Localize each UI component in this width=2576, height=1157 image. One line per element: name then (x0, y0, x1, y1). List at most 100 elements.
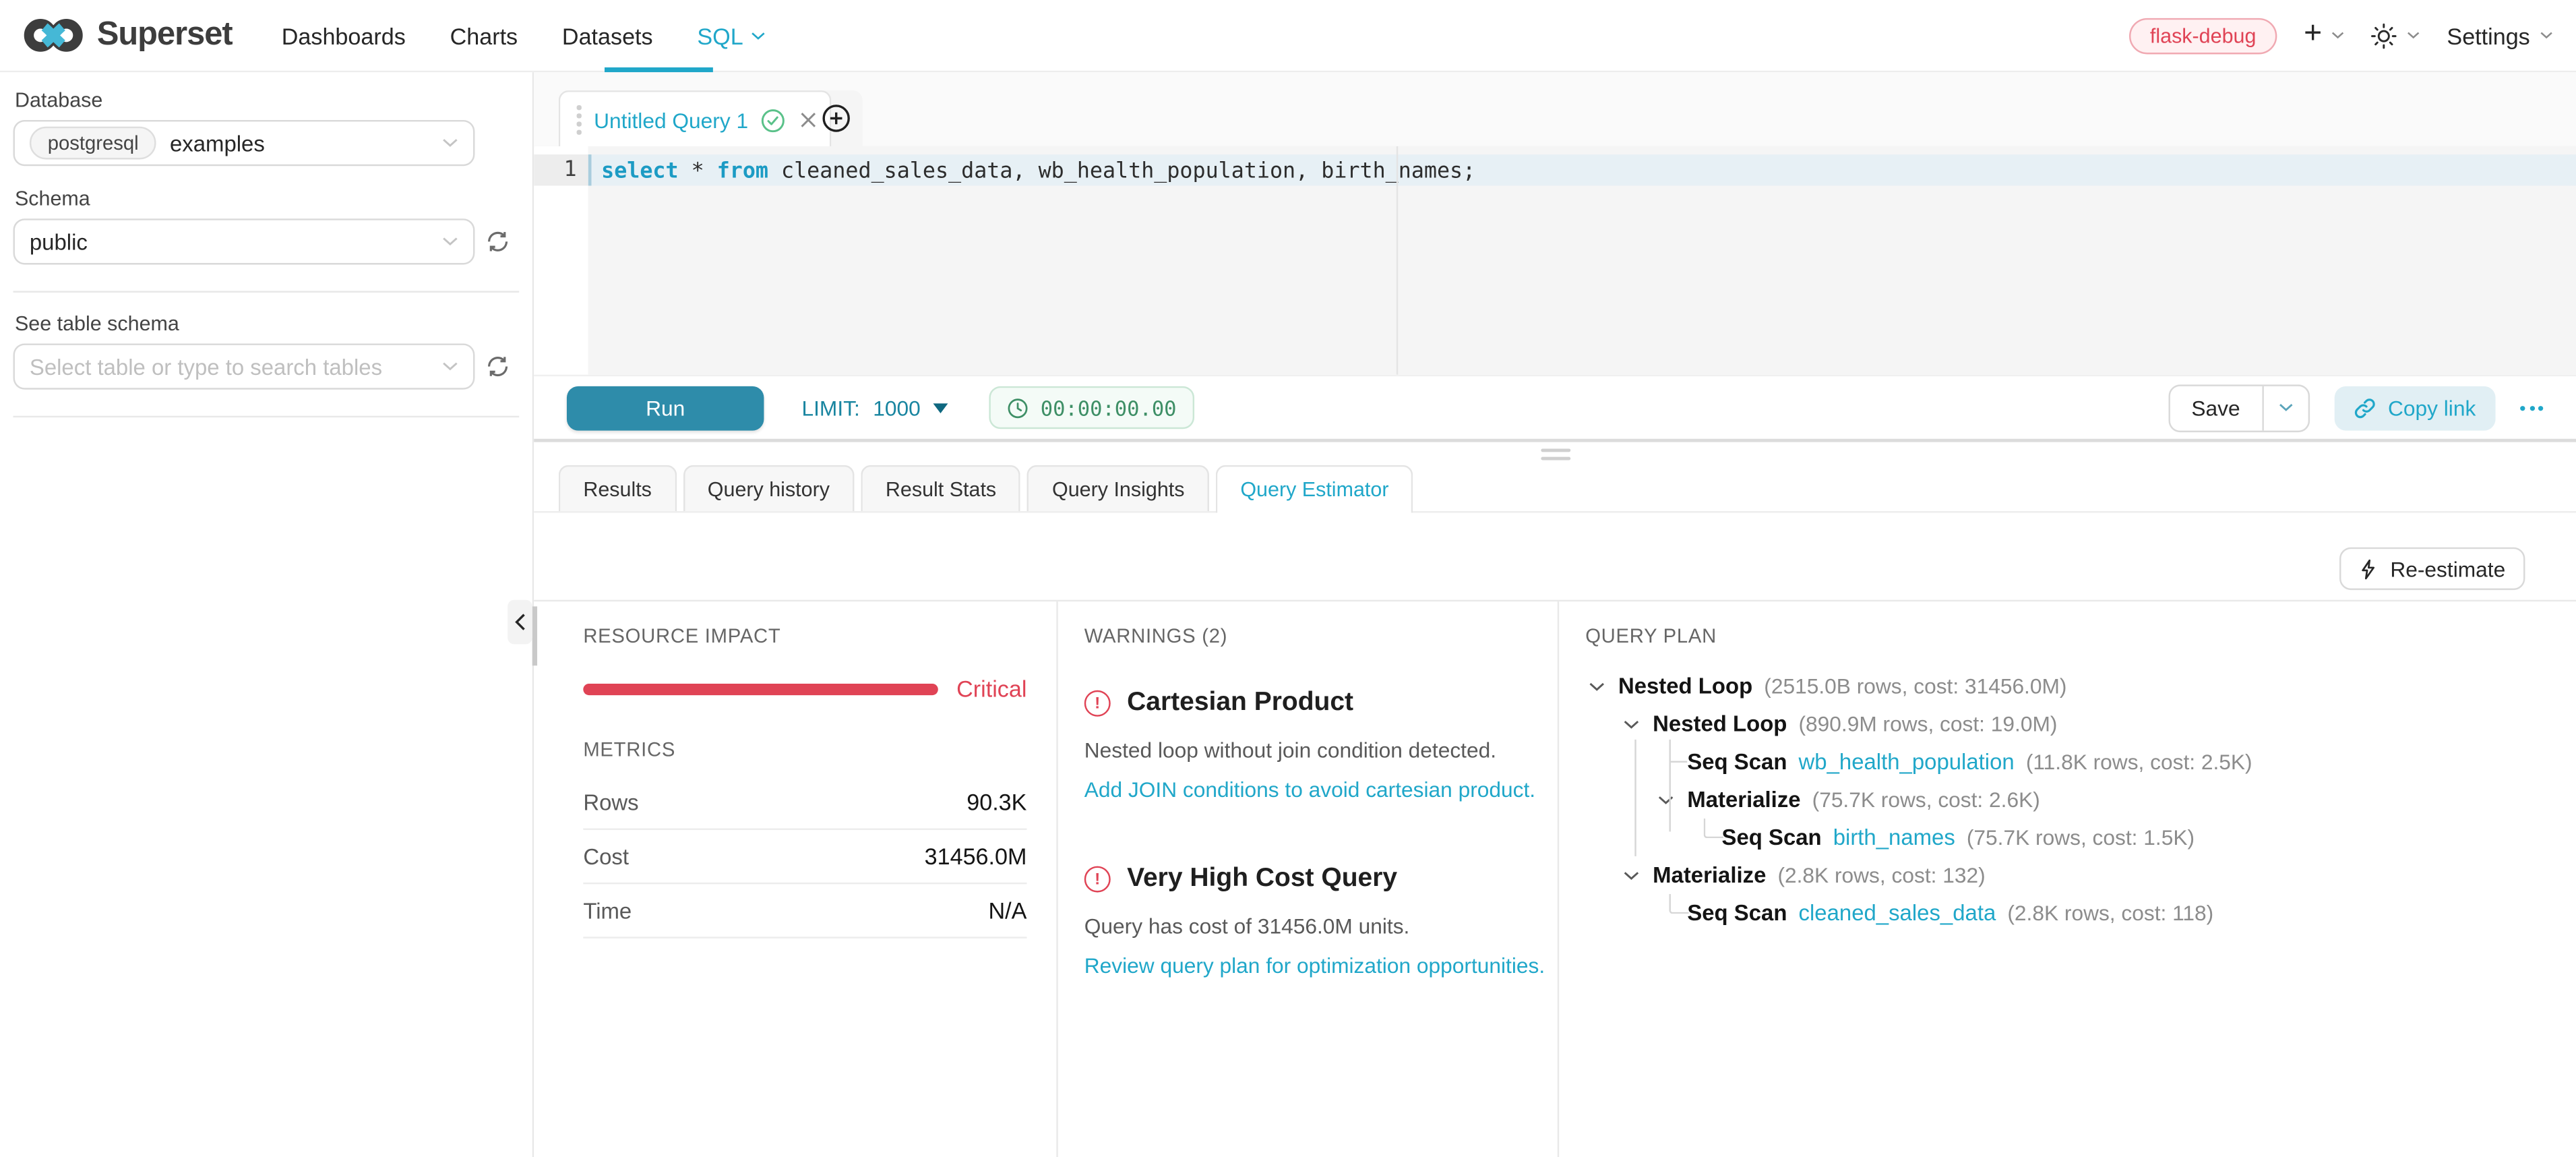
plus-icon: + (2304, 18, 2322, 49)
nav-item-charts[interactable]: Charts (450, 22, 518, 49)
plan-table-link[interactable]: wb_health_population (1799, 750, 2015, 775)
drag-grip-icon[interactable] (577, 106, 581, 135)
metric-row: Cost 31456.0M (583, 830, 1026, 884)
tab-results[interactable]: Results (559, 465, 677, 511)
plan-node-detail: (11.8K rows, cost: 2.5K) (2026, 750, 2252, 775)
sql-keyword: select (601, 158, 678, 183)
database-select[interactable]: postgresql examples (13, 120, 475, 166)
copy-link-button[interactable]: Copy link (2334, 386, 2496, 430)
warning-body: Query has cost of 31456.0M units. (1084, 914, 1553, 939)
collapse-sidebar-button[interactable] (508, 600, 532, 645)
warning-title: Cartesian Product (1127, 688, 1353, 718)
save-button[interactable]: Save (2170, 386, 2262, 430)
nav-item-dashboards[interactable]: Dashboards (282, 22, 406, 49)
refresh-schemas-icon[interactable] (487, 230, 510, 253)
sql-statement: select * from cleaned_sales_data, wb_health… (601, 158, 1475, 183)
tree-elbow (1668, 894, 1688, 914)
warnings-title: WARNINGS (2) (1084, 624, 1553, 647)
sidebar-resize-handle[interactable] (532, 606, 536, 665)
limit-dropdown[interactable]: LIMIT: 1000 (802, 395, 949, 420)
impact-progress-bar (583, 683, 938, 694)
settings-menu[interactable]: Settings (2447, 22, 2552, 49)
superset-sql-lab: Superset Dashboards Charts Datasets SQL … (0, 0, 2576, 1157)
metric-label: Rows (583, 790, 638, 814)
print-margin-line (1397, 146, 1398, 375)
query-tab[interactable]: Untitled Query 1 (559, 90, 832, 148)
plan-node-detail: (75.7K rows, cost: 1.5K) (1967, 825, 2195, 850)
add-query-tab-button[interactable] (822, 104, 851, 134)
superset-logo[interactable]: Superset (23, 16, 233, 54)
sql-code-editor[interactable]: 1 select * from cleaned_sales_data, wb_heal… (534, 146, 2576, 375)
editor-gutter: 1 (534, 146, 588, 375)
run-button[interactable]: Run (567, 386, 764, 430)
limit-label: LIMIT: (802, 395, 860, 420)
chevron-down-icon (2408, 31, 2421, 39)
query-tab-title: Untitled Query 1 (594, 108, 748, 133)
schema-select-value: public (30, 229, 88, 254)
metric-value: N/A (989, 897, 1027, 924)
metric-label: Time (583, 898, 632, 923)
save-dropdown-button[interactable] (2261, 386, 2307, 430)
lightning-bolt-icon (2359, 558, 2377, 580)
tab-query-insights[interactable]: Query Insights (1027, 465, 1209, 511)
warnings-column: WARNINGS (2) ! Cartesian Product Nested … (1084, 601, 1553, 978)
warning-card: ! Very High Cost Query Query has cost of… (1084, 864, 1553, 978)
close-tab-icon[interactable] (801, 112, 817, 128)
sql-star: * (692, 158, 704, 183)
environment-badge: flask-debug (2128, 18, 2277, 54)
tab-query-estimator[interactable]: Query Estimator (1216, 465, 1413, 513)
warning-link[interactable]: Review query plan for optimization oppor… (1084, 953, 1553, 978)
warning-link[interactable]: Add JOIN conditions to avoid cartesian p… (1084, 777, 1553, 802)
new-item-menu[interactable]: + (2304, 22, 2345, 49)
tree-guide-line (1634, 740, 1635, 856)
plan-node-name: Seq Scan (1687, 901, 1787, 926)
column-divider (1558, 601, 1559, 1157)
refresh-tables-icon[interactable] (487, 355, 510, 378)
superset-infinity-icon (23, 16, 84, 54)
query-success-icon (762, 108, 787, 133)
sql-tables: cleaned_sales_data, wb_health_population… (781, 158, 1475, 183)
pane-resize-handle[interactable] (1541, 448, 1570, 459)
tree-branch-tick (1668, 761, 1686, 763)
database-label: Database (15, 89, 519, 112)
plan-table-link[interactable]: cleaned_sales_data (1799, 901, 1996, 926)
sun-icon (2371, 22, 2397, 49)
plan-node-name: Nested Loop (1618, 674, 1752, 699)
plan-table-link[interactable]: birth_names (1833, 825, 1955, 850)
chevron-down-icon[interactable] (1655, 795, 1688, 805)
plan-node: Seq Scan birth_names (75.7K rows, cost: … (1585, 819, 2556, 856)
chevron-down-icon[interactable] (1585, 681, 1618, 691)
nav-item-datasets[interactable]: Datasets (562, 22, 653, 49)
schema-select[interactable]: public (13, 218, 475, 264)
limit-value: 1000 (873, 395, 920, 420)
plan-node-detail: (2.8K rows, cost: 132) (1777, 863, 1985, 888)
resource-impact-title: RESOURCE IMPACT (583, 624, 1026, 647)
link-icon (2354, 397, 2375, 419)
chevron-down-icon (442, 361, 458, 372)
chevron-down-icon (442, 138, 458, 148)
sql-lab-sidebar: Database postgresql examples Schema publ… (0, 72, 534, 1157)
metrics-title: METRICS (583, 738, 1026, 761)
nav-item-sql[interactable]: SQL (697, 22, 766, 49)
estimator-columns: RESOURCE IMPACT Critical METRICS Rows 90… (534, 600, 2576, 1157)
database-type-tag: postgresql (30, 127, 157, 160)
plan-node: Seq Scan wb_health_population (11.8K row… (1585, 743, 2556, 781)
tree-guide-line (1668, 740, 1669, 832)
chevron-down-icon[interactable] (1620, 870, 1653, 881)
theme-menu[interactable] (2371, 22, 2420, 49)
tab-query-history[interactable]: Query history (683, 465, 854, 511)
chevron-down-icon (2332, 31, 2345, 39)
table-select[interactable]: Select table or type to search tables (13, 343, 475, 389)
plan-node-detail: (2515.0B rows, cost: 31456.0M) (1764, 674, 2066, 699)
sql-keyword: from (717, 158, 768, 183)
more-actions-button[interactable] (2520, 405, 2543, 410)
plan-node-detail: (890.9M rows, cost: 19.0M) (1798, 711, 2057, 736)
schema-label: Schema (15, 187, 519, 210)
brand-name: Superset (97, 16, 233, 54)
reestimate-button[interactable]: Re-estimate (2339, 547, 2525, 590)
tab-result-stats[interactable]: Result Stats (861, 465, 1020, 511)
chevron-down-icon[interactable] (1620, 719, 1653, 729)
alert-circle-icon: ! (1084, 690, 1111, 717)
query-tab-bar: Untitled Query 1 (534, 72, 2576, 148)
metric-value: 90.3K (967, 789, 1026, 815)
